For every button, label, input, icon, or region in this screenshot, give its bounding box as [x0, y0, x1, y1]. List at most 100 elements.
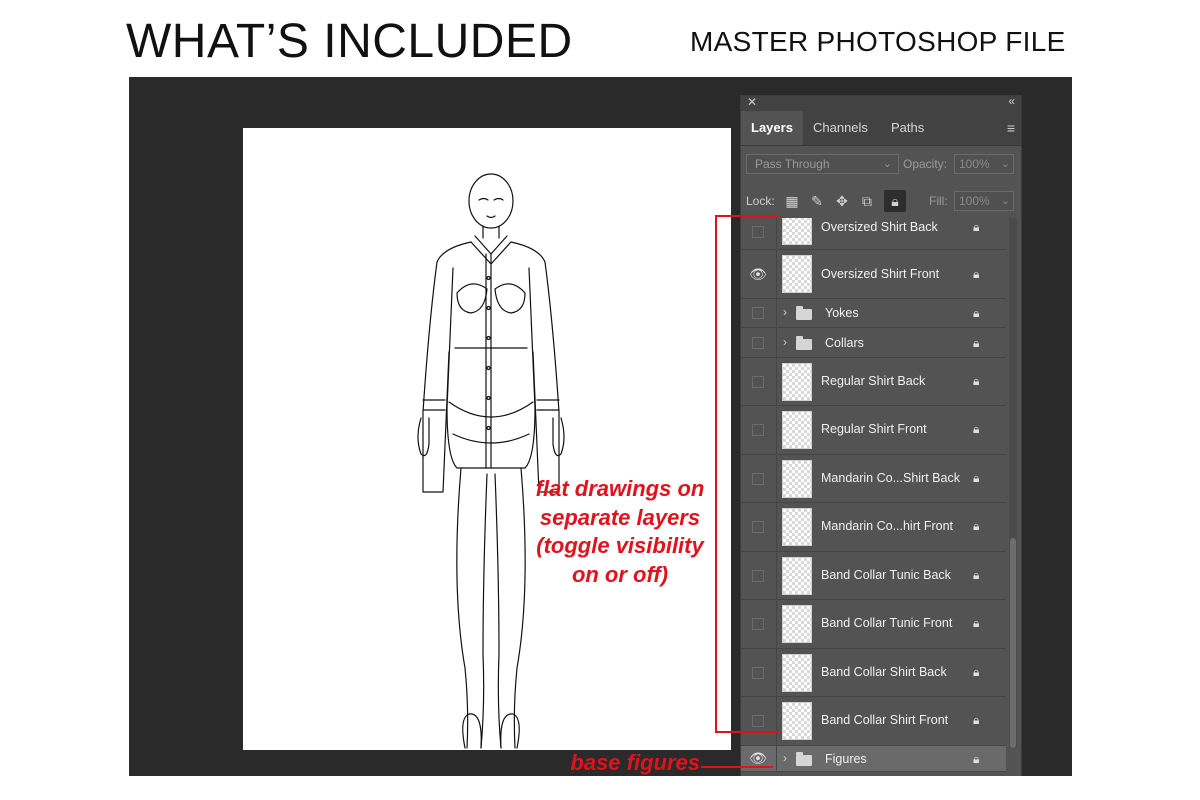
visibility-toggle[interactable]: [752, 667, 764, 679]
folder-icon: [796, 306, 812, 320]
lock-icon: 🔒︎: [973, 519, 980, 533]
annotation-line: separate layers: [539, 504, 701, 530]
annotation-bracket-bottom: [715, 731, 779, 733]
layer-name: Yokes: [825, 306, 859, 320]
lock-icon: 🔒︎: [973, 374, 980, 388]
visibility-toggle[interactable]: [752, 376, 764, 388]
fashion-figure-drawing: [417, 173, 565, 749]
panel-tabs: Layers Channels Paths ≡: [741, 111, 1021, 146]
lock-all-icon[interactable]: 🔒︎: [884, 190, 906, 212]
layers-list: Oversized Shirt Back 🔒︎ 👁︎ Oversized Shi…: [741, 218, 1006, 776]
layer-row[interactable]: Oversized Shirt Back 🔒︎: [741, 218, 1006, 250]
lock-row: Lock: ▦ ✎ ✥ ⧉ 🔒︎ Fill: 100% ⌄: [741, 188, 1021, 214]
layer-group-row[interactable]: › Yokes 🔒︎: [741, 299, 1006, 328]
photoshop-workspace: ✕ « Layers Channels Paths ≡ Pass Through…: [129, 77, 1072, 776]
folder-icon: [796, 752, 812, 766]
chevron-right-icon[interactable]: ›: [783, 751, 787, 765]
eye-icon[interactable]: 👁︎: [747, 750, 769, 767]
layer-name: Band Collar Shirt Back: [821, 665, 947, 679]
layers-panel: ✕ « Layers Channels Paths ≡ Pass Through…: [740, 94, 1022, 776]
visibility-toggle[interactable]: [752, 618, 764, 630]
visibility-toggle[interactable]: [752, 715, 764, 727]
layer-row[interactable]: Mandarin Co...hirt Front 🔒︎: [741, 503, 1006, 552]
lock-label: Lock:: [746, 194, 775, 208]
annotation-bracket: [715, 215, 717, 733]
layer-row[interactable]: Regular Shirt Back 🔒︎: [741, 358, 1006, 406]
lock-icon: 🔒︎: [973, 267, 980, 281]
annotation-pointer-line: [701, 766, 773, 768]
fill-value: 100%: [959, 194, 990, 208]
lock-icon: 🔒︎: [973, 713, 980, 727]
visibility-toggle[interactable]: [752, 570, 764, 582]
header-title: WHAT’S INCLUDED: [126, 15, 573, 68]
layer-group-row-figures[interactable]: 👁︎ › Figures 🔒︎: [741, 746, 1006, 772]
visibility-toggle[interactable]: [752, 424, 764, 436]
visibility-toggle[interactable]: [752, 226, 764, 238]
panel-titlebar: ✕ «: [741, 94, 1021, 111]
layer-name: Oversized Shirt Front: [821, 267, 940, 281]
annotation-line: on or off): [571, 561, 669, 587]
layer-group-row[interactable]: › Collars 🔒︎: [741, 328, 1006, 358]
eye-icon[interactable]: 👁︎: [747, 266, 769, 283]
layer-thumbnail: [782, 460, 812, 498]
tab-channels[interactable]: Channels: [803, 111, 878, 145]
annotation-bracket-top: [715, 215, 779, 217]
lock-artboard-icon[interactable]: ⧉: [856, 190, 878, 212]
scrollbar-thumb[interactable]: [1010, 538, 1016, 748]
layer-name: Band Collar Tunic Back: [821, 568, 951, 582]
layer-name: Collars: [825, 336, 864, 350]
layer-thumbnail: [782, 557, 812, 595]
fill-label: Fill:: [929, 194, 948, 208]
layer-row[interactable]: Band Collar Tunic Front 🔒︎: [741, 600, 1006, 649]
layer-name: Oversized Shirt Back: [821, 220, 938, 234]
lock-icon: 🔒︎: [973, 306, 980, 320]
annotation-base-figures: base figures: [570, 750, 700, 775]
opacity-field[interactable]: 100% ⌄: [954, 154, 1014, 174]
layer-row[interactable]: Band Collar Shirt Front 🔒︎: [741, 697, 1006, 746]
lock-image-pixels-icon[interactable]: ✎: [806, 190, 828, 212]
layer-row[interactable]: Mandarin Co...Shirt Back 🔒︎: [741, 455, 1006, 503]
visibility-toggle[interactable]: [752, 473, 764, 485]
blend-row: Pass Through ⌄ Opacity: 100% ⌄: [741, 151, 1021, 177]
folder-icon: [796, 336, 812, 350]
lock-position-icon[interactable]: ✥: [831, 190, 853, 212]
blend-mode-select[interactable]: Pass Through ⌄: [746, 154, 899, 174]
layer-name: Regular Shirt Back: [821, 374, 926, 388]
lock-icon: 🔒︎: [973, 422, 980, 436]
tab-paths[interactable]: Paths: [881, 111, 934, 145]
layers-scrollbar[interactable]: [1009, 218, 1017, 748]
lock-icon: 🔒︎: [973, 220, 980, 234]
visibility-toggle[interactable]: [752, 521, 764, 533]
header-subtitle: MASTER PHOTOSHOP FILE: [690, 26, 1066, 57]
fill-field[interactable]: 100% ⌄: [954, 191, 1014, 211]
layer-thumbnail: [782, 508, 812, 546]
blend-mode-value: Pass Through: [755, 157, 830, 171]
layer-name: Band Collar Tunic Front: [821, 616, 953, 630]
layer-thumbnail: [782, 654, 812, 692]
chevron-right-icon[interactable]: ›: [783, 335, 787, 349]
chevron-right-icon[interactable]: ›: [783, 305, 787, 319]
lock-transparent-pixels-icon[interactable]: ▦: [781, 190, 803, 212]
layer-row[interactable]: 👁︎ Oversized Shirt Front 🔒︎: [741, 250, 1006, 299]
visibility-toggle[interactable]: [752, 337, 764, 349]
tab-layers[interactable]: Layers: [741, 111, 803, 145]
layer-row[interactable]: Band Collar Tunic Back 🔒︎: [741, 552, 1006, 600]
layer-thumbnail: [782, 702, 812, 740]
lock-icon: 🔒︎: [973, 471, 980, 485]
lock-icon: 🔒︎: [973, 665, 980, 679]
visibility-toggle[interactable]: [752, 307, 764, 319]
layer-row[interactable]: Regular Shirt Front 🔒︎: [741, 406, 1006, 455]
layer-row[interactable]: Band Collar Shirt Back 🔒︎: [741, 649, 1006, 697]
layer-name: Band Collar Shirt Front: [821, 713, 949, 727]
annotation-line: flat drawings on: [535, 476, 705, 501]
annotation-flat-drawings: flat drawings on separate layers (toggle…: [520, 475, 720, 589]
layer-thumbnail: [782, 255, 812, 293]
layer-name: Mandarin Co...hirt Front: [821, 519, 953, 533]
panel-menu-icon[interactable]: ≡: [1007, 120, 1015, 136]
document-canvas[interactable]: [243, 128, 731, 750]
opacity-value: 100%: [959, 157, 990, 171]
chevron-down-icon: ⌄: [1000, 195, 1010, 207]
collapse-icon[interactable]: «: [1008, 94, 1015, 108]
close-icon[interactable]: ✕: [747, 95, 757, 109]
layer-thumbnail: [782, 411, 812, 449]
